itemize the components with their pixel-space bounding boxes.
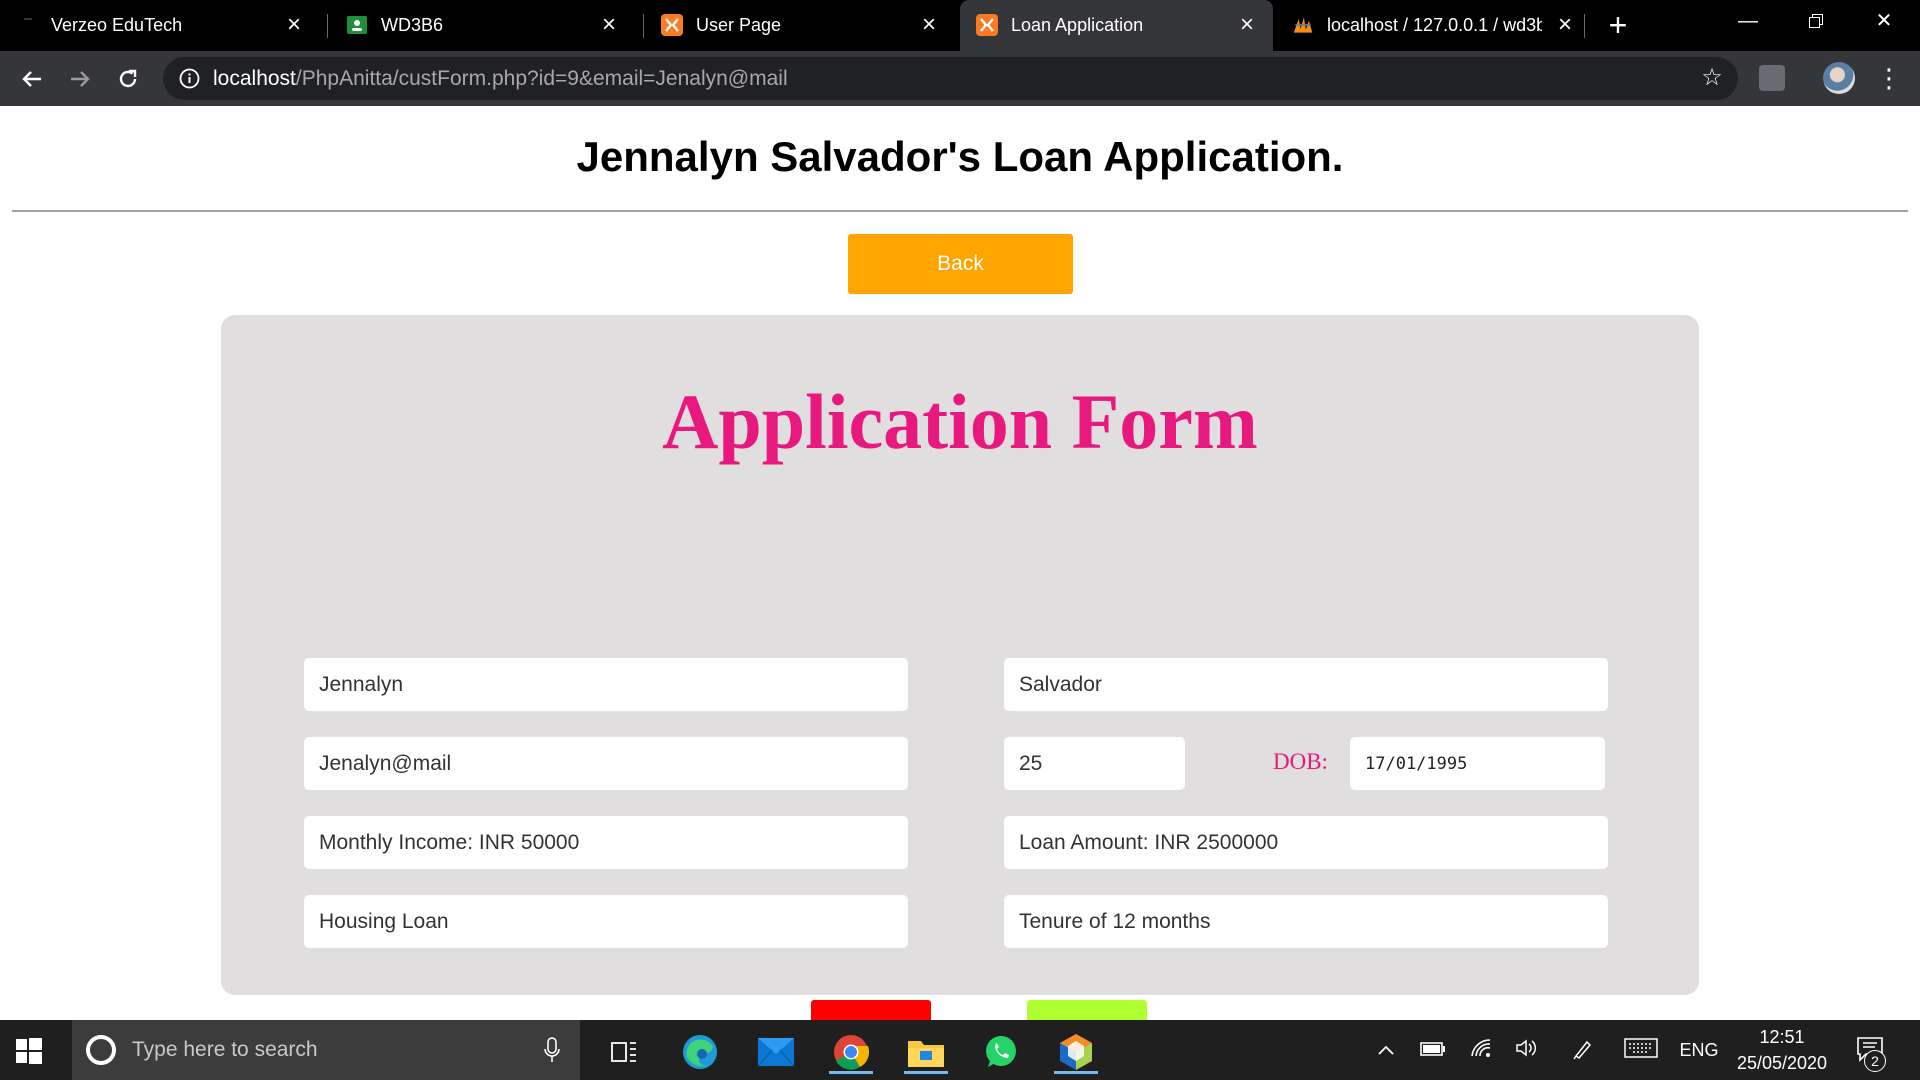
minimize-icon[interactable]: —: [1726, 6, 1770, 36]
restore-icon[interactable]: [1794, 6, 1838, 36]
chrome-icon[interactable]: [829, 1030, 873, 1074]
close-icon[interactable]: ×: [917, 13, 941, 37]
cortana-icon: [86, 1035, 116, 1065]
tab-wd3b6[interactable]: WD3B6 ×: [330, 0, 635, 51]
tab-separator: [327, 14, 328, 38]
extension-icon[interactable]: [1759, 65, 1785, 91]
dob-field[interactable]: 17/01/1995: [1350, 737, 1605, 790]
tab-phpmyadmin[interactable]: localhost / 127.0.0.1 / wd3b ×: [1276, 0, 1591, 51]
back-button[interactable]: Back: [848, 234, 1073, 294]
edge-browser-icon[interactable]: [678, 1030, 722, 1074]
mail-icon[interactable]: [754, 1030, 798, 1074]
tab-title: User Page: [696, 15, 782, 35]
xampp-favicon-icon: [976, 14, 998, 36]
wifi-icon[interactable]: [1466, 1038, 1496, 1064]
tab-verzeo[interactable]: Verzeo EduTech ×: [0, 0, 320, 51]
classroom-favicon-icon: [346, 14, 368, 36]
email-field[interactable]: Jenalyn@mail: [304, 737, 908, 790]
volume-icon[interactable]: [1512, 1038, 1542, 1064]
reload-icon[interactable]: [110, 61, 146, 97]
tab-loan-application[interactable]: Loan Application ×: [960, 0, 1273, 51]
url-host: localhost: [213, 67, 296, 90]
xampp-favicon-icon: [661, 14, 683, 36]
verzeo-favicon-icon: [16, 14, 38, 36]
close-icon[interactable]: ×: [1235, 13, 1259, 37]
page-title: Jennalyn Salvador's Loan Application.: [576, 133, 1344, 180]
active-indicator: [829, 1071, 873, 1074]
url-text: localhost/PhpAnitta/custForm.php?id=9&em…: [213, 68, 788, 90]
page-content: Jennalyn Salvador's Loan Application. Ba…: [0, 106, 1920, 1060]
tab-title: localhost / 127.0.0.1 / wd3b: [1327, 15, 1542, 35]
chevron-up-icon[interactable]: [1374, 1038, 1398, 1062]
microphone-icon[interactable]: [544, 1037, 560, 1063]
menu-dots-icon[interactable]: ⋮: [1876, 62, 1902, 94]
tab-separator: [643, 14, 644, 38]
info-icon[interactable]: [179, 68, 200, 89]
last-name-field[interactable]: Salvador: [1004, 658, 1608, 711]
phpmyadmin-favicon-icon: [1292, 14, 1314, 36]
close-icon[interactable]: ×: [597, 13, 621, 37]
windows-start-icon[interactable]: [16, 1038, 42, 1064]
age-field[interactable]: 25: [1004, 737, 1185, 790]
battery-icon[interactable]: [1418, 1038, 1448, 1062]
whatsapp-icon[interactable]: [979, 1030, 1023, 1074]
profile-avatar[interactable]: [1823, 62, 1855, 94]
tab-title: Verzeo EduTech: [51, 15, 183, 35]
keyboard-icon[interactable]: [1623, 1038, 1659, 1064]
tab-separator: [1584, 14, 1585, 38]
browser-tab-strip: Verzeo EduTech × WD3B6 × User Page × Loa…: [0, 0, 1920, 51]
notification-count-badge: 2: [1864, 1050, 1886, 1072]
address-bar[interactable]: localhost/PhpAnitta/custForm.php?id=9&em…: [163, 57, 1738, 100]
task-view-icon[interactable]: [602, 1030, 646, 1074]
bookmark-star-icon[interactable]: ☆: [1700, 66, 1724, 90]
taskbar-search[interactable]: Type here to search: [72, 1020, 580, 1080]
loan-type-field[interactable]: Housing Loan: [304, 895, 908, 948]
browser-toolbar: localhost/PhpAnitta/custForm.php?id=9&em…: [0, 51, 1920, 106]
language-indicator[interactable]: ENG: [1676, 1038, 1722, 1062]
close-icon[interactable]: ×: [1553, 13, 1577, 37]
first-name-field[interactable]: Jennalyn: [304, 658, 908, 711]
pen-icon[interactable]: [1568, 1038, 1598, 1066]
loan-amount-field[interactable]: Loan Amount: INR 2500000: [1004, 816, 1608, 869]
search-placeholder: Type here to search: [132, 1038, 318, 1061]
tab-title: Loan Application: [1011, 15, 1144, 35]
new-tab-button[interactable]: +: [1603, 9, 1633, 41]
monthly-income-field[interactable]: Monthly Income: INR 50000: [304, 816, 908, 869]
tab-title: WD3B6: [381, 15, 444, 35]
divider: [12, 210, 1908, 212]
netbeans-icon[interactable]: [1054, 1030, 1098, 1074]
clock-time: 12:51: [1759, 1027, 1805, 1047]
forward-arrow-icon[interactable]: [62, 61, 98, 97]
back-arrow-icon[interactable]: [14, 61, 50, 97]
file-explorer-icon[interactable]: [904, 1030, 948, 1074]
active-indicator: [904, 1071, 948, 1074]
url-path: /PhpAnitta/custForm.php?id=9&email=Jenal…: [295, 67, 788, 90]
dob-label: DOB:: [1273, 749, 1328, 774]
clock-date: 25/05/2020: [1736, 1053, 1828, 1073]
window-close-icon[interactable]: ✕: [1862, 6, 1906, 36]
tab-user-page[interactable]: User Page ×: [645, 0, 955, 51]
system-clock[interactable]: 12:51 25/05/2020: [1730, 1024, 1834, 1076]
tenure-field[interactable]: Tenure of 12 months: [1004, 895, 1608, 948]
windows-taskbar: Type here to search ENG 12:51 25/05/2020…: [0, 1020, 1920, 1080]
application-form: Application Form Jennalyn Salvador Jenal…: [221, 315, 1699, 1060]
active-indicator: [1054, 1071, 1098, 1074]
close-icon[interactable]: ×: [282, 13, 306, 37]
form-heading: Application Form: [662, 378, 1258, 465]
